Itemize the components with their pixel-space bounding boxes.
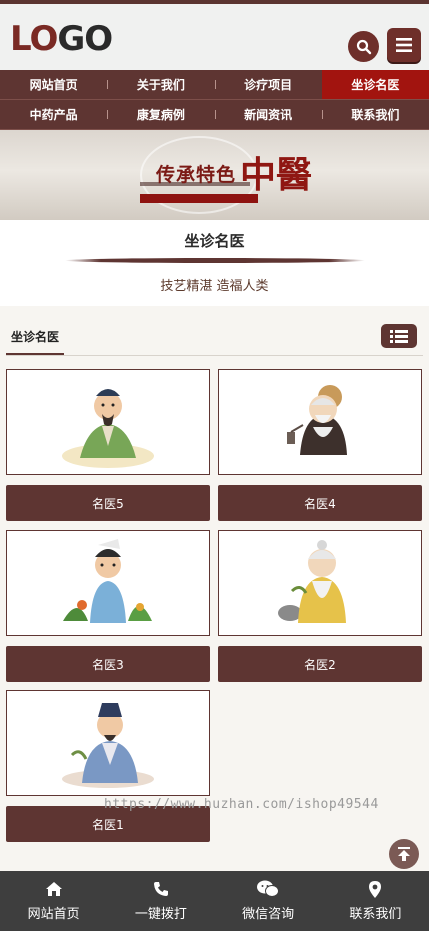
logo-part-b: GO (57, 19, 113, 59)
doctor-name[interactable]: 名医4 (218, 485, 422, 521)
arrow-up-icon (398, 847, 410, 861)
doctor-illustration (63, 539, 152, 623)
bottom-nav-label: 网站首页 (27, 907, 80, 922)
list-icon (390, 329, 408, 343)
nav-item-products[interactable]: 中药产品 (0, 100, 107, 129)
doctor-name[interactable]: 名医5 (6, 485, 210, 521)
bottom-nav-contact[interactable]: 联系我们 (322, 871, 429, 931)
bottom-nav-home[interactable]: 网站首页 (0, 871, 107, 931)
doctor-card[interactable]: 名医1 (6, 690, 210, 842)
category-tabbar: 坐诊名医 (6, 306, 423, 356)
nav-item-about[interactable]: 关于我们 (107, 70, 214, 99)
banner-title: 传承特色 (156, 164, 237, 186)
back-to-top-button[interactable] (389, 839, 419, 869)
nav-row-2: 中药产品 康复病例 新闻资讯 联系我们 (0, 100, 429, 130)
tab-doctors[interactable]: 坐诊名医 (6, 328, 64, 355)
doctor-card[interactable]: 名医5 (6, 369, 210, 521)
doctor-card[interactable]: 名医2 (218, 530, 422, 682)
doctor-illustration (62, 389, 154, 468)
logo-part-a: LO (10, 19, 58, 59)
banner-red-bar (140, 194, 258, 203)
nav-item-treatments[interactable]: 诊疗项目 (214, 70, 322, 99)
section-divider (65, 258, 365, 263)
hamburger-icon (396, 38, 412, 52)
header: LOGO (0, 4, 429, 70)
banner: 传承特色 中醫 (0, 130, 429, 220)
menu-button[interactable] (387, 28, 421, 62)
search-icon (356, 39, 371, 54)
wechat-icon (257, 880, 280, 897)
section-heading: 坐诊名医 技艺精湛 造福人类 (0, 220, 429, 306)
location-icon (369, 880, 382, 898)
doctor-illustration (62, 703, 154, 788)
bottom-nav-label: 一键拨打 (134, 907, 187, 922)
doctor-name[interactable]: 名医2 (218, 646, 422, 682)
doctor-portrait[interactable] (6, 690, 210, 796)
bottom-nav-label: 联系我们 (349, 907, 402, 922)
search-button[interactable] (348, 31, 379, 62)
doctor-name[interactable]: 名医3 (6, 646, 210, 682)
main-nav: 网站首页 关于我们 诊疗项目 坐诊名医 中药产品 康复病例 新闻资讯 联系我们 (0, 70, 429, 130)
section-title: 坐诊名医 (184, 232, 245, 250)
home-icon (45, 882, 62, 896)
bottom-nav-wechat[interactable]: 微信咨询 (215, 871, 322, 931)
bottom-toolbar: 网站首页 一键拨打 微信咨询 联系我们 (0, 871, 429, 931)
doctor-portrait[interactable] (218, 369, 422, 475)
nav-item-home[interactable]: 网站首页 (0, 70, 107, 99)
nav-item-doctors[interactable]: 坐诊名医 (321, 70, 429, 99)
bottom-nav-call[interactable]: 一键拨打 (107, 871, 214, 931)
doctor-portrait[interactable] (6, 369, 210, 475)
doctor-portrait[interactable] (6, 530, 210, 636)
doctor-illustration (278, 540, 346, 623)
doctor-illustration (287, 385, 347, 455)
nav-item-news[interactable]: 新闻资讯 (214, 100, 322, 129)
section-subtitle: 技艺精湛 造福人类 (160, 279, 269, 294)
doctor-card[interactable]: 名医4 (218, 369, 422, 521)
category-list-button[interactable] (381, 324, 417, 348)
phone-icon (153, 882, 168, 896)
banner-calligraphy: 中醫 (240, 154, 313, 196)
bottom-nav-label: 微信咨询 (242, 907, 295, 922)
doctor-card[interactable]: 名医3 (6, 530, 210, 682)
nav-row-1: 网站首页 关于我们 诊疗项目 坐诊名医 (0, 70, 429, 100)
nav-item-cases[interactable]: 康复病例 (107, 100, 214, 129)
logo[interactable]: LOGO (10, 19, 113, 59)
page: LOGO 网站首页 关于我们 诊疗项目 坐诊名医 中药产品 康复病例 新闻资讯 … (0, 0, 429, 931)
doctor-portrait[interactable] (218, 530, 422, 636)
watermark: https://www.huzhan.com/ishop49544 (104, 797, 379, 812)
nav-item-contact[interactable]: 联系我们 (321, 100, 429, 129)
